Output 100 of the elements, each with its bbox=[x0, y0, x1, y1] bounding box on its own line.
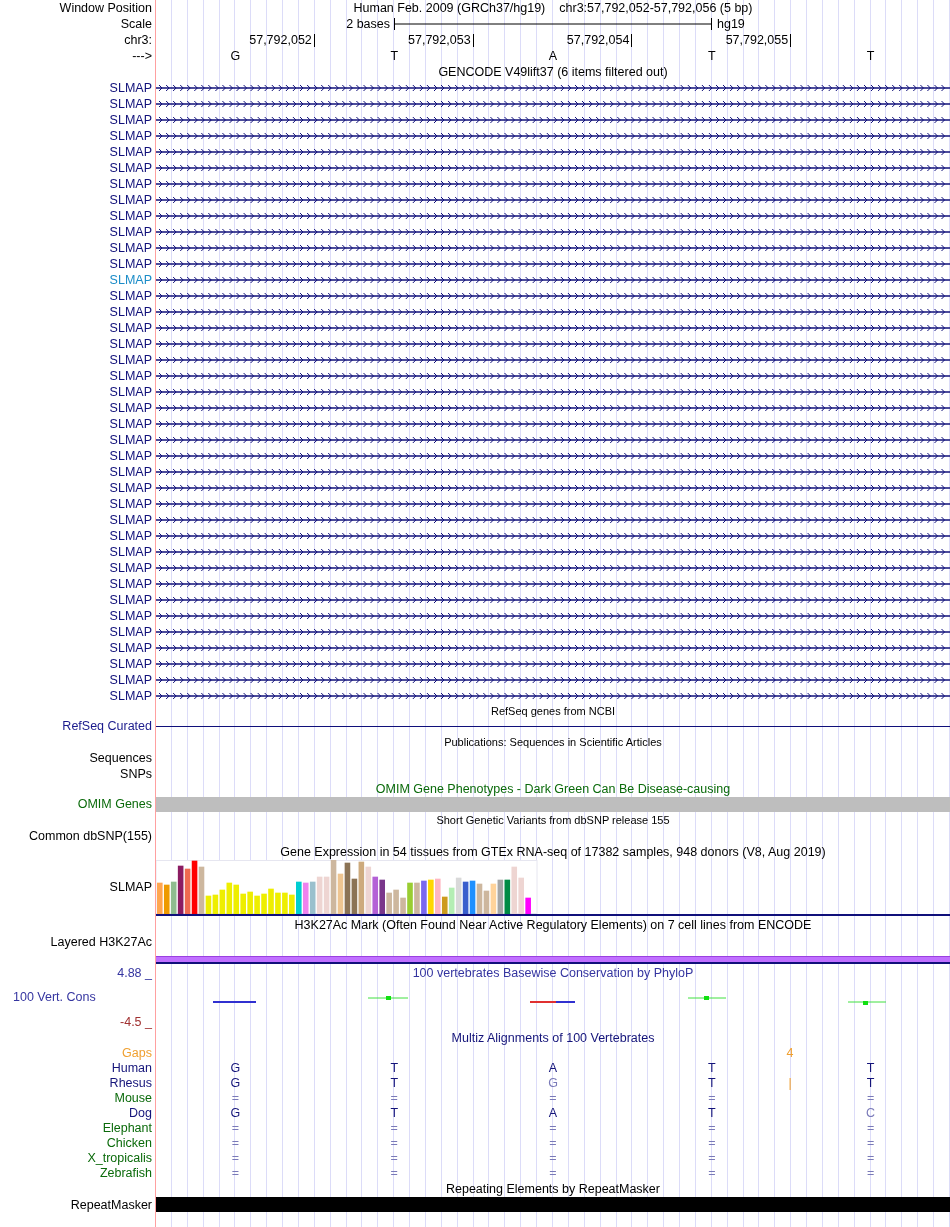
track-label: Common dbSNP(155) bbox=[29, 829, 152, 843]
aligned-base: = bbox=[231, 1167, 240, 1180]
scale-label: 2 bases bbox=[346, 17, 390, 31]
gene-name: SLMAP bbox=[109, 561, 152, 575]
aligned-base: = bbox=[231, 1152, 240, 1165]
aligned-base: = bbox=[390, 1122, 398, 1135]
track-label: 100 Vert. Cons bbox=[12, 991, 96, 1004]
aligned-base: = bbox=[866, 1137, 875, 1150]
gene-name: SLMAP bbox=[109, 241, 152, 255]
gene-name: SLMAP bbox=[109, 177, 152, 191]
gene-name: SLMAP bbox=[109, 593, 152, 607]
aligned-base: = bbox=[866, 1167, 875, 1180]
gene-name: SLMAP bbox=[109, 433, 152, 447]
gene-name: SLMAP bbox=[109, 513, 152, 527]
aligned-base: T bbox=[707, 1062, 716, 1075]
track-title: 100 vertebrates Basewise Conservation by PhyloP bbox=[412, 967, 694, 980]
species-name: Human bbox=[111, 1062, 152, 1075]
axis-max-label: 4.88 _ bbox=[117, 967, 152, 980]
gap-marker: 4 bbox=[786, 1047, 794, 1060]
gene-name: SLMAP bbox=[109, 321, 152, 335]
gene-name: SLMAP bbox=[109, 145, 152, 159]
gene-name: SLMAP bbox=[109, 497, 152, 511]
aligned-base: = bbox=[549, 1152, 557, 1165]
species-name: X_tropicalis bbox=[87, 1152, 152, 1165]
gene-name: SLMAP bbox=[109, 113, 152, 127]
aligned-base: = bbox=[390, 1137, 398, 1150]
aligned-base: = bbox=[549, 1122, 557, 1135]
gene-name: SLMAP bbox=[109, 641, 152, 655]
aligned-base: T bbox=[390, 1107, 398, 1120]
aligned-base: G bbox=[230, 1107, 241, 1120]
track-title: Repeating Elements by RepeatMasker bbox=[446, 1182, 660, 1196]
coordinate-tick: 57,792,055 bbox=[725, 33, 790, 47]
species-name: Zebrafish bbox=[99, 1167, 152, 1180]
base-letter: T bbox=[707, 49, 716, 63]
gene-name: SLMAP bbox=[109, 81, 152, 95]
aligned-base: A bbox=[548, 1107, 558, 1120]
gene-name: SLMAP bbox=[109, 97, 152, 111]
aligned-base: T bbox=[390, 1077, 398, 1090]
species-name: Dog bbox=[129, 1107, 152, 1120]
aligned-base: = bbox=[549, 1167, 557, 1180]
aligned-base: = bbox=[549, 1092, 557, 1105]
gene-name: SLMAP bbox=[109, 305, 152, 319]
gene-name: SLMAP bbox=[109, 257, 152, 271]
gene-name: SLMAP bbox=[109, 465, 152, 479]
aligned-base: T bbox=[707, 1107, 716, 1120]
gene-name: SLMAP bbox=[109, 673, 152, 687]
gene-name: SLMAP bbox=[109, 529, 152, 543]
aligned-base: = bbox=[390, 1092, 398, 1105]
coordinate-tick: 57,792,053 bbox=[408, 33, 472, 47]
gene-name: SLMAP bbox=[109, 209, 152, 223]
gene-name: SLMAP bbox=[109, 385, 152, 399]
track-label: Sequences bbox=[89, 751, 152, 765]
assembly-label: hg19 bbox=[716, 17, 745, 31]
track-label: SNPs bbox=[120, 767, 152, 781]
track-label: Scale bbox=[120, 17, 152, 31]
track-label: OMIM Genes bbox=[77, 798, 152, 811]
aligned-base: G bbox=[230, 1077, 241, 1090]
track-label: RepeatMasker bbox=[70, 1198, 152, 1212]
gene-name: SLMAP bbox=[109, 625, 152, 639]
aligned-base: = bbox=[866, 1152, 875, 1165]
track-title: Multiz Alignments of 100 Vertebrates bbox=[451, 1032, 655, 1045]
coordinate-tick: 57,792,052 bbox=[249, 33, 313, 47]
position-range: chr3:57,792,052-57,792,056 (5 bp) bbox=[559, 1, 753, 15]
gene-name: SLMAP bbox=[109, 193, 152, 207]
gene-name: SLMAP bbox=[109, 577, 152, 591]
species-name: Mouse bbox=[114, 1092, 152, 1105]
aligned-base: = bbox=[866, 1122, 875, 1135]
track-label: Layered H3K27Ac bbox=[50, 935, 152, 949]
track-label: chr3: bbox=[124, 33, 152, 47]
gene-name: SLMAP bbox=[109, 369, 152, 383]
aligned-base: = bbox=[708, 1152, 716, 1165]
aligned-base: T bbox=[866, 1077, 875, 1090]
species-name: Elephant bbox=[102, 1122, 152, 1135]
gap-marker: | bbox=[788, 1077, 792, 1090]
aligned-base: T bbox=[390, 1062, 398, 1075]
track-label: SLMAP bbox=[109, 880, 152, 894]
aligned-base: = bbox=[549, 1137, 557, 1150]
gene-name: SLMAP bbox=[109, 401, 152, 415]
track-title: Publications: Sequences in Scientific Articles bbox=[444, 736, 662, 748]
gene-name: SLMAP bbox=[109, 417, 152, 431]
track-title: Short Genetic Variants from dbSNP release 155 bbox=[436, 814, 670, 826]
track-title: OMIM Gene Phenotypes - Dark Green Can Be Disease-causing bbox=[375, 783, 731, 796]
track-title: H3K27Ac Mark (Often Found Near Active Regulatory Elements) on 7 cell lines from ENCODE bbox=[294, 918, 812, 932]
aligned-base: C bbox=[866, 1107, 876, 1120]
aligned-base: = bbox=[708, 1167, 716, 1180]
base-letter: A bbox=[548, 49, 558, 63]
species-name: Rhesus bbox=[109, 1077, 152, 1090]
aligned-base: = bbox=[390, 1167, 398, 1180]
aligned-base: = bbox=[708, 1122, 716, 1135]
species-name: Chicken bbox=[106, 1137, 152, 1150]
aligned-base: = bbox=[708, 1092, 716, 1105]
track-label: Window Position bbox=[59, 1, 152, 15]
gene-name: SLMAP bbox=[109, 353, 152, 367]
track-label: ---> bbox=[132, 49, 152, 63]
coordinate-tick: 57,792,054 bbox=[566, 33, 631, 47]
aligned-base: = bbox=[231, 1122, 240, 1135]
aligned-base: = bbox=[390, 1152, 398, 1165]
aligned-base: T bbox=[707, 1077, 716, 1090]
base-letter: T bbox=[390, 49, 398, 63]
gene-name: SLMAP bbox=[109, 129, 152, 143]
